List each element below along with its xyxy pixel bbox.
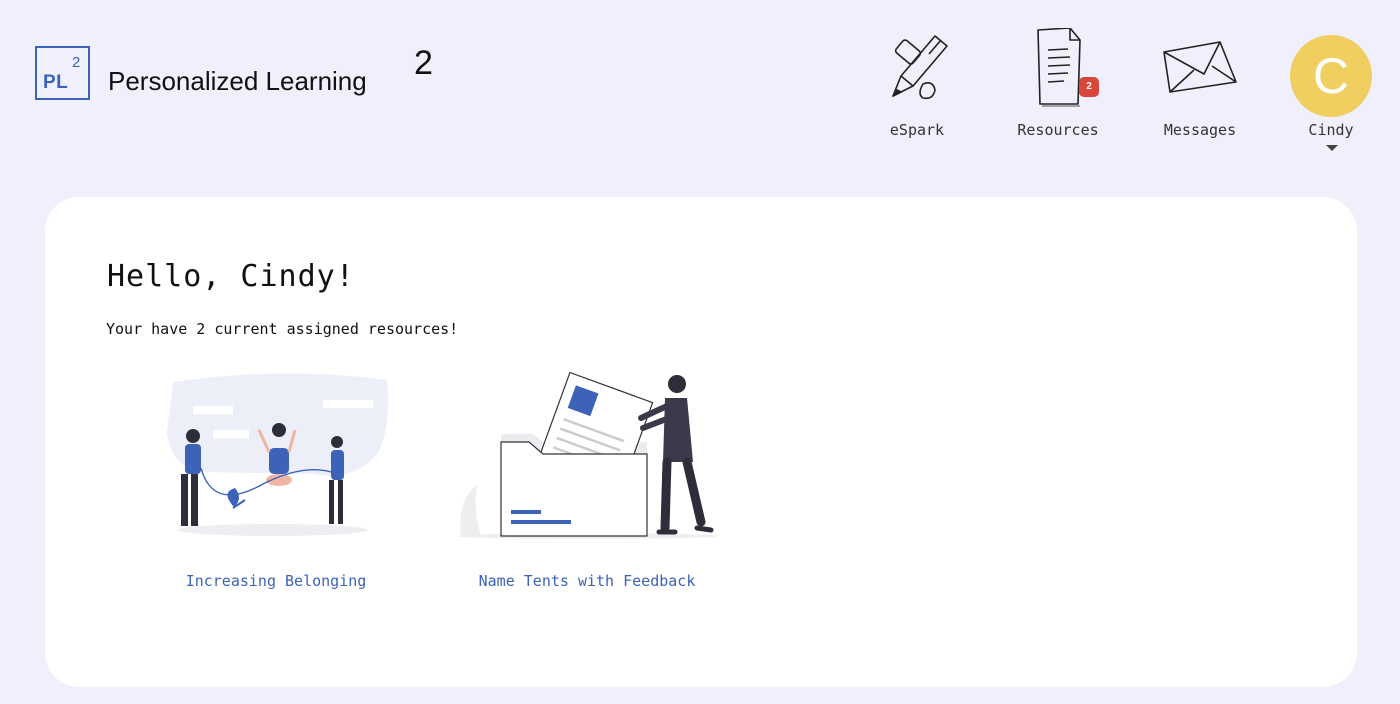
app-title: Personalized Learning xyxy=(108,66,367,96)
logo-text: PL xyxy=(43,72,69,93)
greeting-heading: Hello, Cindy! xyxy=(107,259,355,294)
nav-label-messages: Messages xyxy=(1163,121,1237,139)
resource-title-name-tents[interactable]: Name Tents with Feedback xyxy=(455,572,719,590)
person-filing-document-illustration xyxy=(457,371,717,539)
nav-label-resources: Resources xyxy=(1017,121,1099,139)
user-avatar[interactable]: C xyxy=(1290,35,1372,117)
nav-label-espark: eSpark xyxy=(889,121,945,139)
resources-count-badge: 2 xyxy=(1079,77,1099,97)
pencil-icon xyxy=(892,35,948,100)
resource-title-increasing-belonging[interactable]: Increasing Belonging xyxy=(163,572,389,590)
envelope-icon xyxy=(1163,41,1237,93)
nav-messages[interactable]: Messages xyxy=(1145,28,1255,148)
logo-superscript: 2 xyxy=(72,54,81,71)
nav-resources[interactable]: 2 Resources xyxy=(1003,28,1113,148)
logo[interactable]: PL 2 xyxy=(35,46,90,100)
app-title-superscript: 2 xyxy=(414,44,433,82)
resource-card-name-tents[interactable]: Name Tents with Feedback xyxy=(455,371,719,598)
resource-card-increasing-belonging[interactable]: Increasing Belonging xyxy=(163,372,389,598)
user-name[interactable]: Cindy xyxy=(1286,121,1376,139)
assigned-resources-text: Your have 2 current assigned resources! xyxy=(106,320,459,338)
main-card: Hello, Cindy! Your have 2 current assign… xyxy=(45,197,1357,687)
nav-espark[interactable]: eSpark xyxy=(862,28,972,148)
children-jump-rope-illustration xyxy=(167,373,388,536)
user-menu-caret-icon[interactable] xyxy=(1326,145,1338,151)
